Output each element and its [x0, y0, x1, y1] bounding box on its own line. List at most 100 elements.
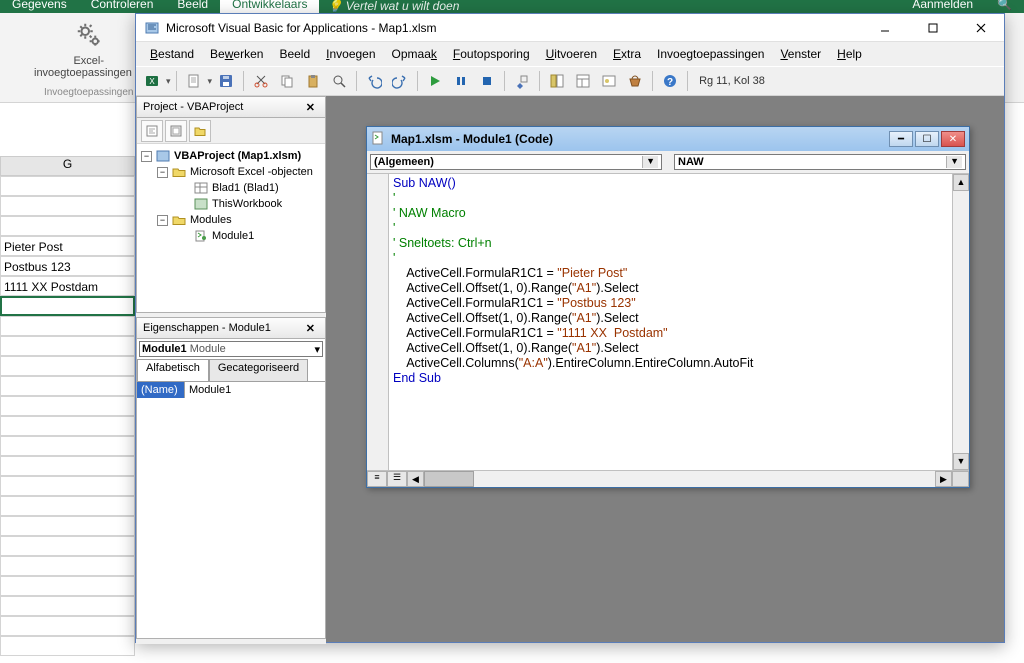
- run-button[interactable]: [423, 69, 447, 93]
- menu-extra[interactable]: Extra: [605, 44, 649, 64]
- toolbox-button[interactable]: [623, 69, 647, 93]
- cut-button[interactable]: [249, 69, 273, 93]
- insert-module-button[interactable]: [182, 69, 206, 93]
- properties-tab-alpha[interactable]: Alfabetisch: [137, 359, 209, 381]
- cell[interactable]: [0, 456, 135, 476]
- scroll-right-icon[interactable]: ▶: [935, 471, 952, 487]
- save-button[interactable]: [214, 69, 238, 93]
- menu-venster[interactable]: Venster: [772, 44, 829, 64]
- cell[interactable]: Pieter Post: [0, 236, 135, 256]
- tree-blad1[interactable]: Blad1 (Blad1): [212, 180, 279, 196]
- signin-link[interactable]: Aanmelden: [900, 0, 985, 13]
- menu-uitvoeren[interactable]: Uitvoeren: [538, 44, 605, 64]
- project-pane-header[interactable]: Project - VBAProject ✕: [136, 96, 326, 118]
- search-icon[interactable]: 🔍: [985, 0, 1024, 13]
- cell[interactable]: [0, 476, 135, 496]
- project-tree[interactable]: − VBAProject (Map1.xlsm) − Microsoft Exc…: [137, 144, 325, 248]
- view-object-button[interactable]: [165, 120, 187, 142]
- tell-me-search[interactable]: 💡 Vertel wat u wilt doen: [319, 0, 467, 13]
- procedure-view-button[interactable]: ≡: [367, 471, 387, 487]
- vba-titlebar[interactable]: Microsoft Visual Basic for Applications …: [136, 14, 1004, 42]
- help-button[interactable]: ?: [658, 69, 682, 93]
- scroll-left-icon[interactable]: ◀: [407, 471, 424, 487]
- tree-thisworkbook[interactable]: ThisWorkbook: [212, 196, 282, 212]
- menu-invoegtoepassingen[interactable]: Invoegtoepassingen: [649, 44, 772, 64]
- ribbon-tab-ontwikkelaars[interactable]: Ontwikkelaars: [220, 0, 319, 13]
- code-titlebar[interactable]: Map1.xlsm - Module1 (Code) ━ ☐ ✕: [367, 127, 969, 151]
- excel-grid[interactable]: G Pieter Post Postbus 123 1111 XX Postda…: [0, 103, 135, 663]
- ribbon-tab-controleren[interactable]: Controleren: [79, 0, 166, 13]
- properties-tab-categorized[interactable]: Gecategoriseerd: [209, 359, 308, 381]
- cell[interactable]: [0, 576, 135, 596]
- cell[interactable]: Postbus 123: [0, 256, 135, 276]
- maximize-button[interactable]: [918, 18, 948, 38]
- code-object-dropdown[interactable]: (Algemeen)▼: [370, 154, 662, 170]
- toggle-folders-button[interactable]: [189, 120, 211, 142]
- tree-collapse-icon[interactable]: −: [141, 151, 152, 162]
- cell[interactable]: [0, 616, 135, 636]
- tree-collapse-icon[interactable]: −: [157, 167, 168, 178]
- minimize-button[interactable]: [870, 18, 900, 38]
- properties-object-dropdown[interactable]: Module1 Module ▾: [139, 341, 323, 357]
- redo-button[interactable]: [388, 69, 412, 93]
- full-module-view-button[interactable]: ☰: [387, 471, 407, 487]
- code-minimize-button[interactable]: ━: [889, 131, 913, 147]
- properties-pane-close[interactable]: ✕: [302, 322, 319, 335]
- excel-addins-button[interactable]: Excel-invoegtoepassingen in Invoegtoepas…: [34, 17, 143, 98]
- view-excel-button[interactable]: X: [140, 69, 164, 93]
- scroll-down-icon[interactable]: ▼: [953, 453, 969, 470]
- resize-grip[interactable]: [952, 471, 969, 487]
- project-pane-close[interactable]: ✕: [302, 101, 319, 114]
- undo-button[interactable]: [362, 69, 386, 93]
- properties-pane-header[interactable]: Eigenschappen - Module1 ✕: [136, 317, 326, 339]
- menu-invoegen[interactable]: Invoegen: [318, 44, 383, 64]
- pause-button[interactable]: [449, 69, 473, 93]
- menu-beeld[interactable]: Beeld: [271, 44, 318, 64]
- tree-modules-folder[interactable]: Modules: [190, 212, 232, 228]
- code-procedure-dropdown[interactable]: NAW▼: [674, 154, 966, 170]
- property-row-name[interactable]: (Name) Module1: [137, 382, 325, 398]
- cell[interactable]: [0, 636, 135, 656]
- find-button[interactable]: [327, 69, 351, 93]
- column-header-g[interactable]: G: [0, 156, 135, 176]
- ribbon-tab-beeld[interactable]: Beeld: [165, 0, 220, 13]
- cell[interactable]: [0, 416, 135, 436]
- menu-help[interactable]: Help: [829, 44, 870, 64]
- code-close-button[interactable]: ✕: [941, 131, 965, 147]
- tree-module1[interactable]: Module1: [212, 228, 254, 244]
- code-maximize-button[interactable]: ☐: [915, 131, 939, 147]
- ribbon-tab-gegevens[interactable]: Gegevens: [0, 0, 79, 13]
- view-code-button[interactable]: [141, 120, 163, 142]
- cell[interactable]: [0, 196, 135, 216]
- close-button[interactable]: [966, 18, 996, 38]
- cell[interactable]: [0, 316, 135, 336]
- cell[interactable]: [0, 336, 135, 356]
- cell[interactable]: [0, 176, 135, 196]
- paste-button[interactable]: [301, 69, 325, 93]
- cell[interactable]: [0, 536, 135, 556]
- object-browser-button[interactable]: [597, 69, 621, 93]
- project-explorer-button[interactable]: [545, 69, 569, 93]
- tree-collapse-icon[interactable]: −: [157, 215, 168, 226]
- cell[interactable]: [0, 596, 135, 616]
- tree-vbaproject[interactable]: VBAProject (Map1.xlsm): [174, 148, 301, 164]
- horizontal-scrollbar[interactable]: ◀ ▶: [407, 471, 952, 487]
- stop-button[interactable]: [475, 69, 499, 93]
- cell[interactable]: [0, 356, 135, 376]
- properties-window-button[interactable]: [571, 69, 595, 93]
- cell[interactable]: [0, 396, 135, 416]
- menu-bewerken[interactable]: Bewerken: [202, 44, 271, 64]
- design-mode-button[interactable]: [510, 69, 534, 93]
- scrollbar-thumb[interactable]: [424, 471, 474, 487]
- cell[interactable]: [0, 216, 135, 236]
- cell[interactable]: [0, 376, 135, 396]
- active-cell[interactable]: [0, 296, 135, 316]
- cell[interactable]: [0, 556, 135, 576]
- copy-button[interactable]: [275, 69, 299, 93]
- cell[interactable]: 1111 XX Postdam: [0, 276, 135, 296]
- cell[interactable]: [0, 516, 135, 536]
- cell[interactable]: [0, 496, 135, 516]
- property-name-value[interactable]: Module1: [185, 382, 325, 398]
- scroll-up-icon[interactable]: ▲: [953, 174, 969, 191]
- cell[interactable]: [0, 436, 135, 456]
